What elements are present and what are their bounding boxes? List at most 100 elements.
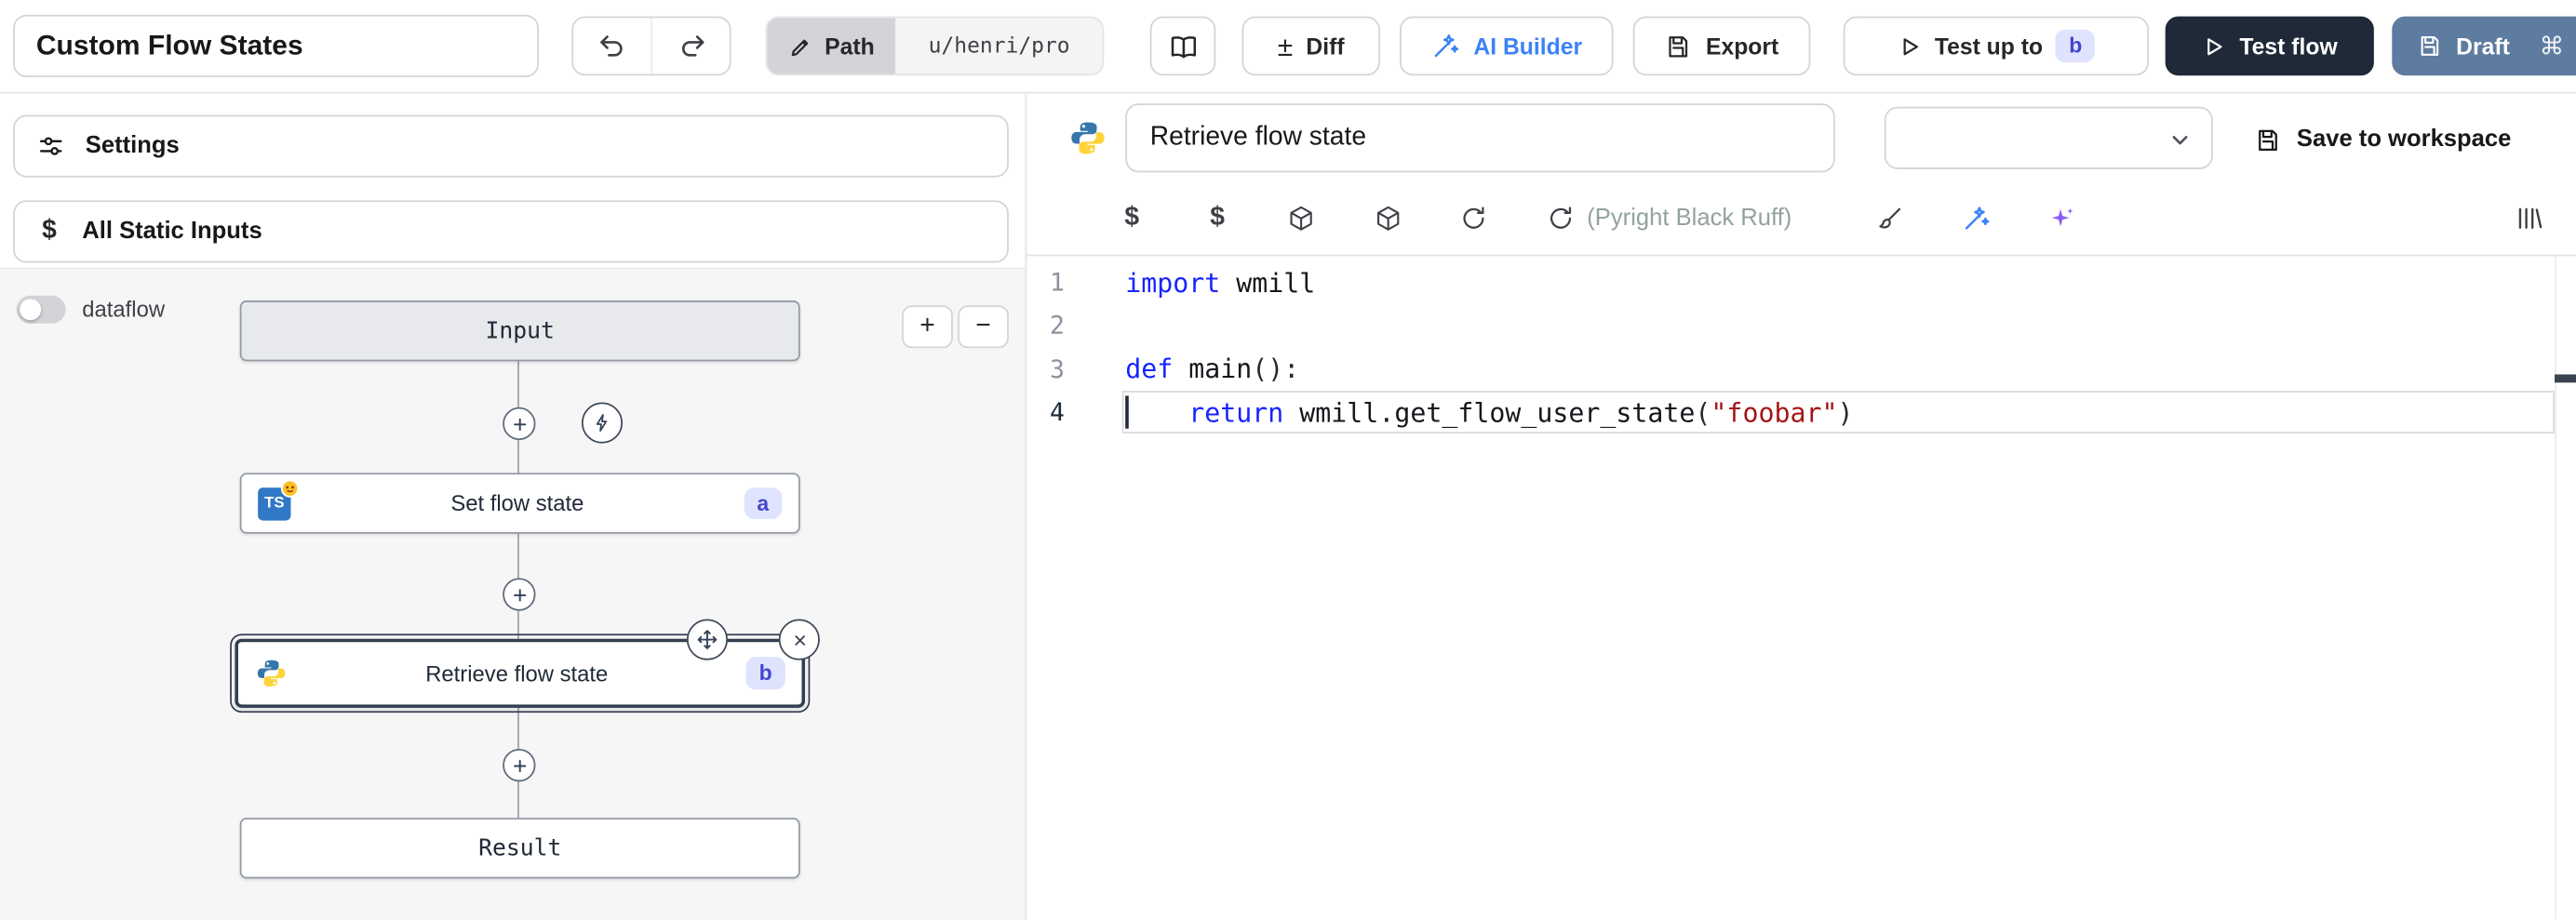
docs-button[interactable] — [1150, 17, 1216, 76]
zoom-out-button[interactable]: − — [958, 305, 1009, 348]
code-text[interactable]: return wmill.get_flow_user_state("foobar… — [1125, 396, 1853, 428]
step-badge-b: b — [746, 657, 785, 689]
line-number: 1 — [1026, 268, 1065, 298]
ai-fix-wand-icon[interactable] — [1960, 202, 1992, 234]
static-inputs-row[interactable]: $ All Static Inputs — [13, 200, 1009, 262]
step-name-input[interactable] — [1125, 103, 1835, 172]
code-editor[interactable]: 1 import wmill 2 3 def main(): 4 return wmill… — [1026, 256, 2576, 919]
code-assistants-label: (Pyright Black Ruff) — [1587, 202, 1791, 234]
flow-graph-panel: Settings $ All Static Inputs dataflow + … — [0, 94, 1026, 920]
step-editor-panel: Save to workspace $ $ (Pyright Black Ruf… — [1026, 94, 2576, 920]
export-button[interactable]: Export — [1633, 17, 1811, 76]
diff-button[interactable]: ± Diff — [1242, 17, 1380, 76]
undo-button[interactable] — [573, 18, 651, 73]
top-toolbar: Path u/henri/pro ± Diff AI Builder Expor… — [0, 0, 2576, 94]
dataflow-label: dataflow — [82, 298, 165, 322]
play-icon — [2202, 33, 2226, 58]
code-line[interactable]: 2 — [1026, 304, 2576, 347]
package-icon-2[interactable] — [1372, 202, 1404, 234]
undo-redo-group — [571, 17, 731, 76]
package-icon[interactable] — [1284, 202, 1317, 234]
code-line[interactable]: 4 return wmill.get_flow_user_state("foob… — [1026, 391, 2576, 433]
test-up-to-label: Test up to — [1935, 33, 2043, 59]
typescript-icon: TS — [258, 487, 290, 519]
save-to-workspace-label: Save to workspace — [2297, 127, 2512, 153]
reset-icon[interactable] — [1457, 202, 1490, 234]
ai-sparkle-icon[interactable] — [2046, 202, 2078, 234]
plus-icon — [510, 756, 528, 774]
move-step-button[interactable] — [687, 620, 728, 660]
resource-picker-icon[interactable]: $ — [1201, 202, 1233, 234]
test-up-to-button[interactable]: Test up to b — [1844, 17, 2149, 76]
code-line[interactable]: 3 def main(): — [1026, 348, 2576, 391]
path-chip: Path — [767, 18, 895, 73]
pencil-icon — [788, 33, 812, 58]
draft-label: Draft — [2456, 33, 2510, 59]
flow-graph: dataflow + − Input TS Set flow sta — [0, 268, 1026, 920]
save-icon — [2254, 126, 2282, 153]
path-button[interactable]: Path u/henri/pro — [766, 17, 1105, 76]
format-brush-icon[interactable] — [1872, 202, 1905, 234]
static-inputs-label: All Static Inputs — [82, 219, 262, 245]
ai-builder-button[interactable]: AI Builder — [1400, 17, 1613, 76]
toggle-knob — [20, 299, 41, 320]
node-set-flow-state[interactable]: TS Set flow state a — [240, 473, 800, 533]
arrows-move-icon — [695, 627, 719, 651]
delete-step-button[interactable] — [779, 620, 820, 660]
save-icon — [2417, 33, 2443, 59]
node-input[interactable]: Input — [240, 300, 800, 361]
node-input-label: Input — [486, 318, 555, 344]
editor-scrollbar[interactable] — [2555, 256, 2556, 919]
settings-label: Settings — [86, 133, 180, 159]
path-value: u/henri/pro — [896, 33, 1103, 58]
draft-shortcut: ⌘ — [2540, 32, 2564, 61]
line-number: 2 — [1026, 311, 1065, 340]
step-badge-b: b — [2056, 30, 2095, 62]
settings-row[interactable]: Settings — [13, 115, 1009, 178]
redo-icon — [676, 32, 705, 61]
node-retrieve-flow-state-label: Retrieve flow state — [288, 661, 746, 686]
bun-emoji-icon — [281, 479, 299, 497]
variable-picker-icon[interactable]: $ — [1116, 202, 1148, 234]
book-icon — [1167, 31, 1199, 62]
add-step-button-2[interactable] — [503, 578, 535, 610]
code-text[interactable]: def main(): — [1125, 353, 1299, 385]
chevron-down-icon — [2166, 125, 2195, 154]
line-number: 3 — [1026, 354, 1065, 384]
path-label: Path — [825, 33, 875, 59]
code-line[interactable]: 1 import wmill — [1026, 261, 2576, 304]
undo-icon — [597, 32, 627, 61]
zoom-in-button[interactable]: + — [902, 305, 953, 348]
flow-summary-input[interactable] — [13, 15, 539, 77]
export-icon — [1665, 32, 1693, 60]
play-icon — [1897, 33, 1921, 58]
redo-button[interactable] — [651, 18, 730, 73]
test-flow-label: Test flow — [2239, 33, 2337, 59]
node-result-label: Result — [478, 835, 561, 861]
export-label: Export — [1706, 33, 1778, 59]
node-result[interactable]: Result — [240, 818, 800, 878]
dataflow-control: dataflow — [17, 296, 165, 324]
test-flow-button[interactable]: Test flow — [2166, 17, 2374, 76]
plus-icon — [510, 415, 528, 433]
python-icon — [1067, 118, 1107, 157]
refresh-icon[interactable] — [1544, 202, 1576, 234]
library-panel-icon[interactable] — [2514, 202, 2546, 234]
windmill-flow-editor: Path u/henri/pro ± Diff AI Builder Expor… — [0, 0, 2576, 920]
step-badge-a: a — [744, 487, 782, 520]
add-step-button-3[interactable] — [503, 749, 535, 781]
dollar-icon: $ — [36, 217, 62, 247]
draft-button[interactable]: Draft ⌘ — [2392, 17, 2576, 76]
dataflow-toggle[interactable] — [17, 296, 66, 324]
add-step-button-1[interactable] — [503, 407, 535, 440]
bolt-icon — [592, 412, 613, 433]
node-set-flow-state-label: Set flow state — [290, 491, 744, 515]
add-trigger-button[interactable] — [582, 403, 623, 444]
ai-builder-label: AI Builder — [1473, 33, 1582, 59]
code-text[interactable]: import wmill — [1125, 267, 1315, 299]
script-select-dropdown[interactable] — [1885, 107, 2213, 169]
line-number: 4 — [1026, 397, 1065, 427]
save-to-workspace-button[interactable]: Save to workspace — [2254, 115, 2511, 165]
close-icon — [789, 630, 809, 649]
plus-minus-icon: ± — [1278, 32, 1293, 60]
